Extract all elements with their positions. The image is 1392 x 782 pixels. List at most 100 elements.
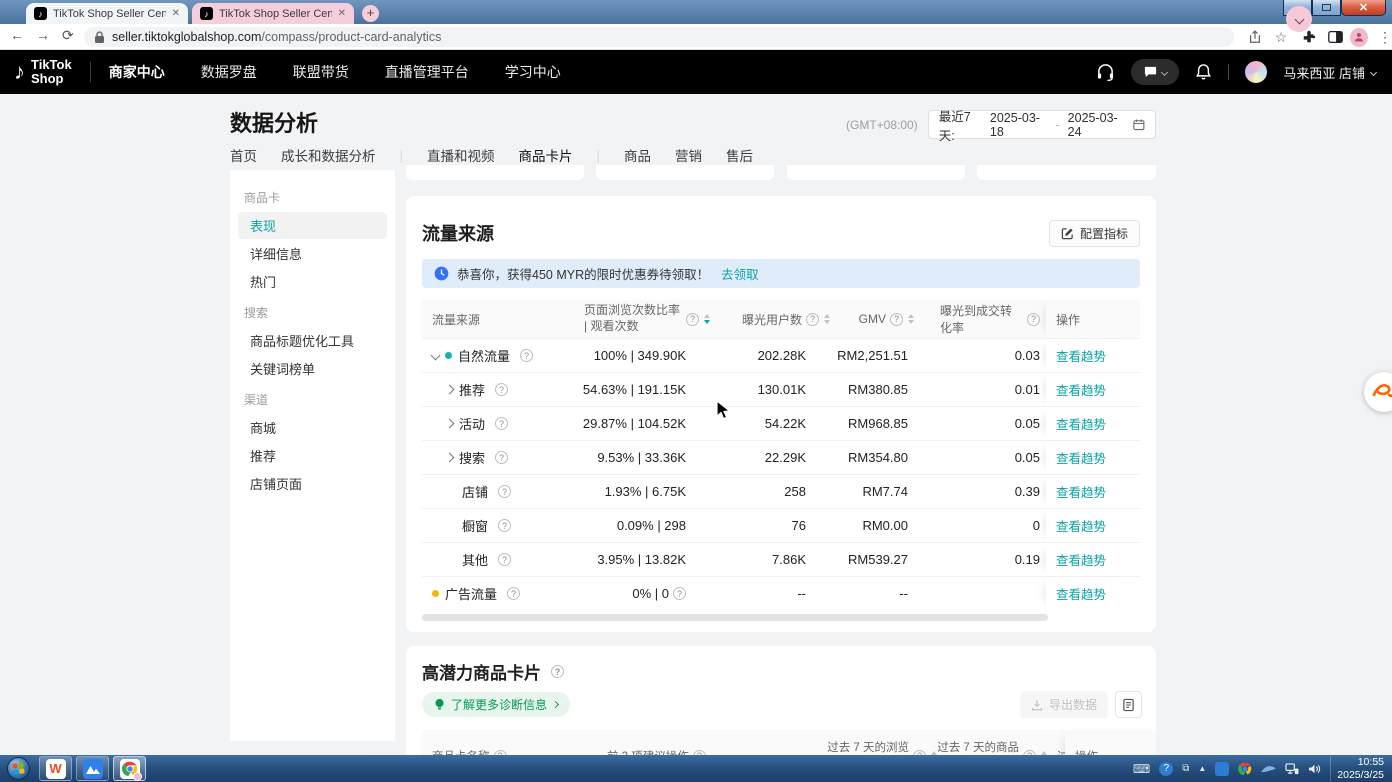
expand-chevron-icon[interactable]	[445, 385, 455, 395]
help-icon[interactable]	[498, 553, 511, 566]
help-icon[interactable]	[673, 587, 686, 600]
help-icon[interactable]	[498, 485, 511, 498]
share-icon[interactable]	[1246, 28, 1264, 46]
report-doc-button[interactable]	[1115, 691, 1142, 718]
traffic-source-cell: 橱窗	[422, 509, 562, 542]
help-icon[interactable]	[1027, 313, 1040, 326]
help-icon[interactable]	[806, 313, 819, 326]
tray-show-hidden-icon[interactable]: ▲	[1198, 764, 1206, 773]
headset-icon[interactable]	[1096, 63, 1115, 81]
help-icon[interactable]	[520, 349, 533, 362]
sort-icon[interactable]	[824, 314, 830, 324]
maximize-button[interactable]	[1312, 0, 1341, 16]
exposed-users-cell: 76	[722, 509, 834, 542]
column-header-label: GMV	[859, 312, 886, 326]
sidebar-item-商品标题优化工具[interactable]: 商品标题优化工具	[238, 327, 387, 354]
gmv-cell: RM380.85	[834, 373, 940, 406]
sidebar-item-关键词榜单[interactable]: 关键词榜单	[238, 355, 387, 382]
sidebar-item-表现[interactable]: 表现	[238, 212, 387, 239]
help-icon[interactable]	[686, 313, 699, 326]
export-data-button[interactable]: 导出数据	[1020, 691, 1108, 718]
tab-close-icon[interactable]: ✕	[338, 8, 346, 19]
help-icon[interactable]	[495, 383, 508, 396]
gmv-cell: RM968.85	[834, 407, 940, 440]
view-trend-link[interactable]: 查看趋势	[1056, 482, 1106, 501]
help-icon[interactable]	[495, 417, 508, 430]
view-trend-link[interactable]: 查看趋势	[1056, 448, 1106, 467]
reload-icon[interactable]: ⟳	[62, 27, 74, 44]
nav-item-1[interactable]: 商家中心	[109, 62, 165, 82]
sidebar-item-商城[interactable]: 商城	[238, 414, 387, 441]
view-trend-link[interactable]: 查看趋势	[1056, 346, 1106, 365]
claim-coupon-link[interactable]: 去领取	[721, 264, 759, 283]
sort-icon[interactable]	[704, 314, 710, 324]
tray-help-icon[interactable]: ?	[1159, 762, 1173, 776]
promo-float-button[interactable]	[1364, 372, 1392, 412]
expand-chevron-icon[interactable]	[445, 453, 455, 463]
tiktok-note-icon: ♪	[14, 59, 25, 85]
view-trend-link[interactable]: 查看趋势	[1056, 550, 1106, 569]
browser-tab-1[interactable]: ♪ TikTok Shop Seller Center | Cr ✕	[26, 3, 188, 24]
view-trend-link[interactable]: 查看趋势	[1056, 380, 1106, 399]
tray-app-blue-icon[interactable]	[1215, 762, 1229, 776]
sidebar-item-热门[interactable]: 热门	[238, 268, 387, 295]
sort-up-icon	[704, 314, 710, 318]
tray-chrome-icon[interactable]	[1238, 762, 1252, 776]
tab-search-chevron-icon[interactable]	[1286, 6, 1312, 32]
tab-close-icon[interactable]: ✕	[172, 8, 180, 19]
view-trend-link[interactable]: 查看趋势	[1056, 414, 1106, 433]
help-icon[interactable]	[507, 587, 520, 600]
forward-icon[interactable]: →	[36, 27, 50, 43]
tray-volume-icon[interactable]	[1308, 763, 1321, 775]
traffic-row-其他: 其他3.95% | 13.82K7.86KRM539.270.19查看趋势	[422, 542, 1140, 576]
view-trend-link[interactable]: 查看趋势	[1056, 516, 1106, 535]
ratio-views-cell: 29.87% | 104.52K	[562, 407, 722, 440]
shop-switcher[interactable]: 马来西亚 店铺	[1283, 63, 1376, 82]
tray-display-icon[interactable]: ⧉	[1182, 763, 1189, 774]
tab-首页[interactable]: 首页	[230, 145, 257, 173]
nav-item-4[interactable]: 直播管理平台	[385, 62, 469, 82]
tray-app-swoosh-icon[interactable]	[1261, 763, 1276, 774]
tiktok-shop-logo[interactable]: ♪ TikTokShop	[14, 58, 72, 85]
configure-metrics-button[interactable]: 配置指标	[1049, 220, 1140, 247]
browser-menu-icon[interactable]: ⋮	[1376, 28, 1392, 46]
side-panel-icon[interactable]	[1326, 28, 1344, 46]
start-button[interactable]	[7, 757, 30, 780]
profile-avatar[interactable]	[1350, 28, 1368, 46]
notification-bell-icon[interactable]	[1195, 63, 1212, 81]
nav-item-2[interactable]: 数据罗盘	[201, 62, 257, 82]
chat-pill[interactable]	[1131, 59, 1179, 85]
sidebar-item-详细信息[interactable]: 详细信息	[238, 240, 387, 267]
close-button[interactable]: ✕	[1341, 0, 1386, 16]
source-label: 广告流量	[445, 584, 497, 603]
sort-icon[interactable]	[908, 314, 914, 324]
sidebar-item-店铺页面[interactable]: 店铺页面	[238, 470, 387, 497]
collapse-chevron-icon[interactable]	[431, 351, 441, 361]
help-icon[interactable]	[498, 519, 511, 532]
help-icon[interactable]	[551, 665, 564, 678]
new-tab-button[interactable]: +	[362, 5, 379, 22]
tray-network-icon[interactable]	[1285, 763, 1299, 775]
taskbar-mountain-app[interactable]	[76, 756, 109, 781]
sidebar-item-推荐[interactable]: 推荐	[238, 442, 387, 469]
url-bar[interactable]: seller.tiktokglobalshop.com/compass/prod…	[84, 27, 1234, 47]
taskbar-clock[interactable]: 10:55 2025/3/25	[1330, 756, 1384, 781]
nav-item-3[interactable]: 联盟带货	[293, 62, 349, 82]
taskbar-chrome-app[interactable]	[113, 756, 146, 781]
date-range-picker[interactable]: 最近7天: 2025-03-18 - 2025-03-24	[928, 110, 1156, 139]
taskbar-wps-app[interactable]: W	[39, 756, 72, 781]
help-icon[interactable]	[495, 451, 508, 464]
tab-成长和数据分析[interactable]: 成长和数据分析	[281, 145, 376, 173]
tray-keyboard-icon[interactable]: ⌨	[1133, 762, 1150, 776]
browser-tab-2[interactable]: ♪ TikTok Shop Seller Center | Cr ✕	[192, 3, 354, 24]
help-icon[interactable]	[890, 313, 903, 326]
horizontal-scrollbar[interactable]	[422, 614, 1048, 621]
expand-chevron-icon[interactable]	[445, 419, 455, 429]
back-icon[interactable]: ←	[10, 27, 24, 43]
diagnosis-info-link[interactable]: 了解更多诊断信息	[422, 692, 570, 717]
source-label: 活动	[459, 414, 485, 433]
shop-avatar[interactable]	[1245, 61, 1267, 83]
bookmark-star-icon[interactable]: ☆	[1272, 28, 1290, 46]
nav-item-5[interactable]: 学习中心	[505, 62, 561, 82]
view-trend-link[interactable]: 查看趋势	[1056, 584, 1106, 603]
